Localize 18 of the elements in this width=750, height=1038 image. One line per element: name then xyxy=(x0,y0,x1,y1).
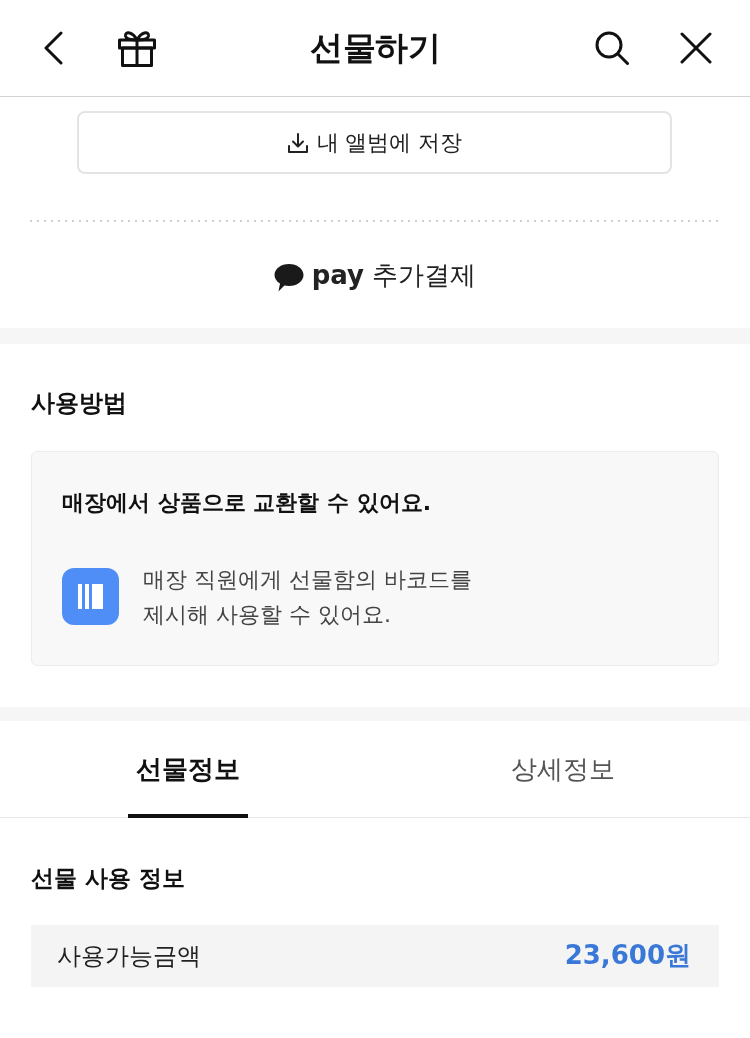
amount-label: 사용가능금액 xyxy=(57,940,201,972)
card-headline: 매장에서 상품으로 교환할 수 있어요. xyxy=(62,490,431,517)
section-title: 사용방법 xyxy=(31,390,127,417)
tab[interactable]: 선물정보 xyxy=(127,721,248,819)
close-icon[interactable] xyxy=(680,32,712,64)
chevron-left-icon[interactable] xyxy=(43,31,63,65)
download-icon xyxy=(286,131,309,154)
save-to-album-button[interactable]: 내 앨범에 저장 xyxy=(77,111,672,174)
gift-icon[interactable] xyxy=(118,29,156,67)
step-text: 매장 직원에게 선물함의 바코드를 제시해 사용할 수 있어요. xyxy=(143,565,472,629)
tab[interactable]: 상세정보 xyxy=(502,721,623,819)
pay-button[interactable]: pay 추가결제 xyxy=(273,257,477,293)
section-title: 선물 사용 정보 xyxy=(31,866,185,892)
search-icon[interactable] xyxy=(595,31,629,65)
bars-icon xyxy=(62,568,119,626)
amount-value: 23,600원 xyxy=(564,939,691,973)
page-title: 선물하기 xyxy=(310,26,440,69)
speech-bubble-icon xyxy=(273,262,304,292)
